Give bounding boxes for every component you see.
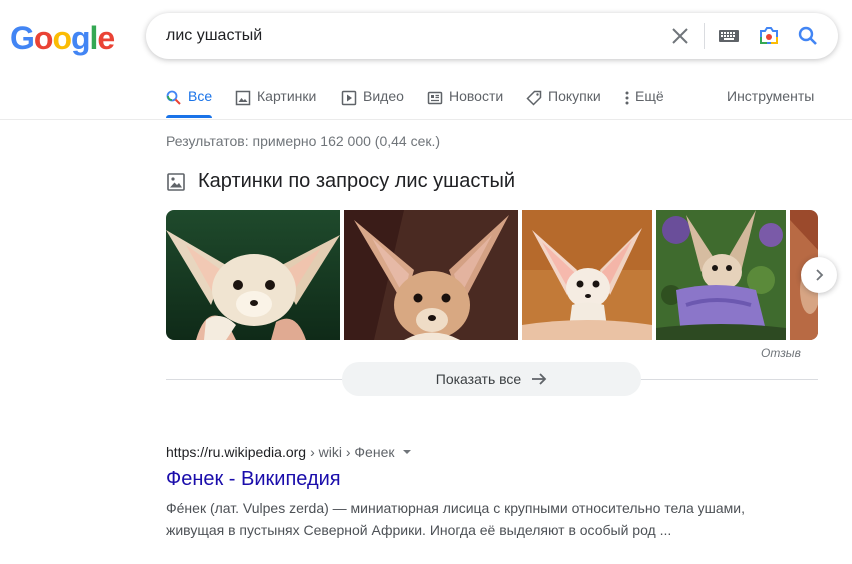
image-carousel — [166, 210, 818, 340]
search-input[interactable] — [166, 13, 656, 59]
image-thumbnail[interactable] — [344, 210, 518, 340]
logo-letter: g — [70, 20, 91, 56]
logo-letter: e — [97, 20, 115, 56]
tab-label: Все — [188, 88, 213, 104]
image-icon — [235, 90, 251, 106]
carousel-next-button[interactable] — [801, 257, 837, 293]
tab-images[interactable]: Картинки — [235, 88, 316, 118]
result-path: › wiki › Фенек — [310, 444, 395, 460]
tab-label: Новости — [449, 88, 504, 104]
tab-more[interactable]: Ещё — [622, 88, 664, 118]
header-divider — [0, 119, 852, 120]
show-all-label: Показать все — [435, 371, 522, 387]
tab-all[interactable]: Все — [166, 88, 213, 118]
tab-video[interactable]: Видео — [341, 88, 404, 118]
results-stats: Результатов: примерно 162 000 (0,44 сек.… — [166, 133, 441, 149]
tab-label: Ещё — [635, 88, 664, 104]
arrow-right-icon — [532, 373, 547, 385]
tools-button[interactable]: Инструменты — [727, 88, 814, 118]
result-site: https://ru.wikipedia.org — [166, 444, 307, 460]
tab-shopping[interactable]: Покупки — [526, 88, 601, 118]
tab-label: Покупки — [548, 88, 601, 104]
video-icon — [341, 90, 357, 106]
search-box — [146, 13, 838, 59]
chevron-right-icon — [816, 269, 824, 281]
logo-letter: o — [52, 20, 72, 56]
tag-icon — [526, 90, 542, 106]
keyboard-icon[interactable] — [717, 24, 741, 48]
result-url[interactable]: https://ru.wikipedia.org › wiki › Фенек — [166, 444, 412, 460]
tools-label: Инструменты — [727, 88, 815, 104]
camera-icon[interactable] — [757, 24, 781, 48]
search-icon — [166, 90, 181, 105]
logo-letter: o — [33, 20, 54, 56]
tab-label: Картинки — [257, 88, 317, 104]
search-icon[interactable] — [796, 24, 820, 48]
tab-news[interactable]: Новости — [427, 88, 503, 118]
tab-label: Видео — [363, 88, 404, 104]
news-icon — [427, 91, 443, 105]
google-logo[interactable]: Google — [10, 20, 115, 56]
feedback-link[interactable]: Отзыв — [761, 346, 801, 360]
image-thumbnail[interactable] — [166, 210, 340, 340]
images-header: Картинки по запросу лис ушастый — [166, 170, 515, 193]
result-title-link[interactable]: Фенек - Википедия — [166, 468, 341, 491]
close-icon[interactable] — [668, 24, 692, 48]
image-thumbnail[interactable] — [656, 210, 786, 340]
search-divider — [704, 23, 705, 49]
show-all-button[interactable]: Показать все — [342, 362, 641, 396]
more-vert-icon — [625, 91, 629, 105]
caret-down-icon[interactable] — [402, 447, 412, 457]
logo-letter: G — [10, 20, 35, 56]
search-tabs: Все Картинки Видео Новости Покупки Ещё И… — [166, 88, 852, 118]
image-thumbnail[interactable] — [522, 210, 652, 340]
result-snippet: Фе́нек (лат. Vulpes zerda) — миниатюрная… — [166, 500, 746, 538]
image-icon — [167, 172, 185, 191]
images-title[interactable]: Картинки по запросу лис ушастый — [198, 170, 515, 193]
